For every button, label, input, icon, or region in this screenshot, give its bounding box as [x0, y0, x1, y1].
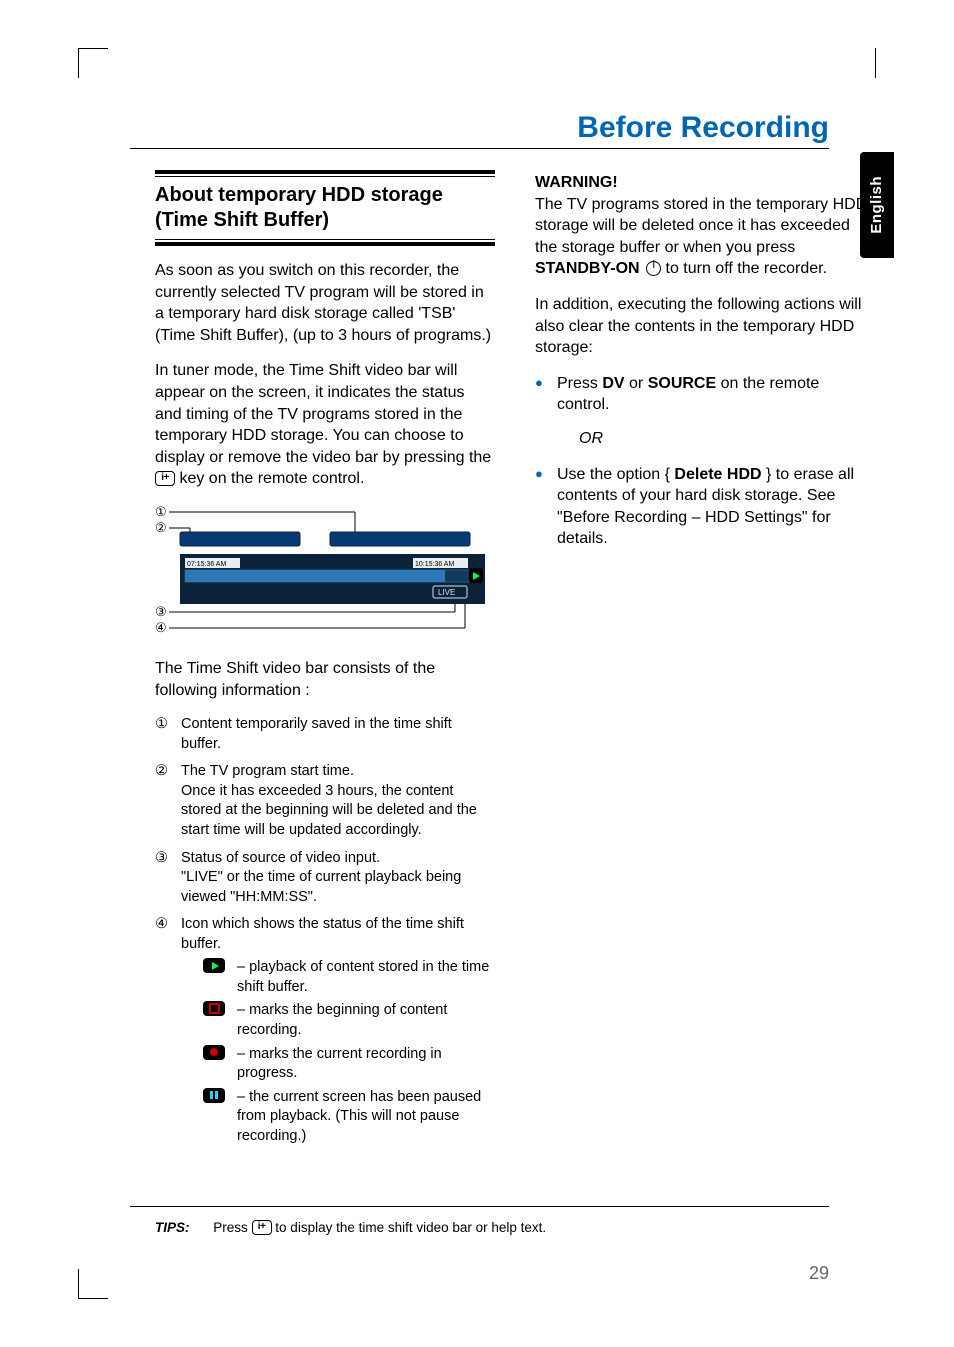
diagram-label-2: ② [155, 520, 167, 535]
right-paragraph-2: In addition, executing the following act… [535, 294, 875, 359]
tips-text-b: to display the time shift video bar or h… [272, 1220, 547, 1235]
diagram-time-right: 10:15:36 AM [415, 561, 454, 568]
legend-list: ① Content temporarily saved in the time … [155, 715, 495, 1146]
legend-num-2: ② [155, 762, 168, 782]
icon-legend-mark: – marks the beginning of content recordi… [181, 1001, 495, 1040]
icon-legend-play-text: – playback of content stored in the time… [237, 959, 489, 995]
crop-mark-tr [875, 48, 876, 78]
bullet1-or: or [625, 375, 648, 392]
pause-icon [203, 1088, 225, 1103]
intro-paragraph-1: As soon as you switch on this recorder, … [155, 260, 495, 346]
icon-legend-pause-text: – the current screen has been paused fro… [237, 1089, 481, 1144]
tips-text-a: Press [213, 1220, 251, 1235]
icon-legend-rec-text: – marks the current recording in progres… [237, 1046, 442, 1082]
warning-text-b: to turn off the recorder. [661, 260, 827, 277]
record-icon [203, 1045, 225, 1060]
right-column: WARNING! The TV programs stored in the t… [535, 170, 875, 1154]
footer-rule [130, 1206, 829, 1207]
legend-text-4: Icon which shows the status of the time … [181, 916, 464, 952]
section-rule-top-thick [155, 170, 495, 174]
intro-paragraph-3: The Time Shift video bar consists of the… [155, 658, 495, 701]
page-title: Before Recording [577, 108, 829, 149]
icon-legend-pause: – the current screen has been paused fro… [181, 1088, 495, 1147]
or-label: OR [579, 428, 875, 450]
icon-legend-list: – playback of content stored in the time… [181, 958, 495, 1146]
standby-icon [646, 261, 661, 276]
tips-label: TIPS: [155, 1220, 190, 1235]
page-number: 29 [809, 1261, 829, 1285]
legend-num-4: ④ [155, 915, 168, 935]
legend-text-1: Content temporarily saved in the time sh… [181, 716, 452, 752]
legend-item-3: ③ Status of source of video input. "LIVE… [155, 849, 495, 908]
section-rule-bottom-thin [155, 239, 495, 240]
legend-text-2: The TV program start time. Once it has e… [181, 763, 477, 838]
play-icon [203, 958, 225, 973]
intro-text-2a: In tuner mode, the Time Shift video bar … [155, 362, 491, 465]
icon-legend-play: – playback of content stored in the time… [181, 958, 495, 997]
bullet2-key: Delete HDD [674, 466, 761, 483]
action-bullet-list: Press DV or SOURCE on the remote control… [535, 373, 875, 550]
legend-num-1: ① [155, 715, 168, 735]
legend-item-4: ④ Icon which shows the status of the tim… [155, 915, 495, 1146]
warning-text-a: The TV programs stored in the temporary … [535, 196, 867, 256]
crop-mark-bl [78, 1269, 108, 1299]
standby-key-label: STANDBY-ON [535, 260, 640, 277]
bullet2-a: Use the option { [557, 466, 674, 483]
content-area: About temporary HDD storage (Time Shift … [155, 170, 875, 1154]
title-rule [130, 148, 829, 149]
bullet-item-1: Press DV or SOURCE on the remote control… [535, 373, 875, 450]
intro-text-1: As soon as you switch on this recorder, … [155, 262, 491, 344]
legend-item-1: ① Content temporarily saved in the time … [155, 715, 495, 754]
bullet-item-2: Use the option { Delete HDD } to erase a… [535, 464, 875, 550]
diagram-label-4: ④ [155, 620, 167, 635]
crop-mark-tl [78, 48, 108, 78]
section-heading: About temporary HDD storage (Time Shift … [155, 183, 495, 233]
bullet1-dv: DV [602, 375, 624, 392]
warning-label: WARNING! [535, 174, 618, 191]
tips-line: TIPS: Press to display the time shift vi… [155, 1219, 829, 1237]
diagram-label-3: ③ [155, 604, 167, 619]
section-rule-top-thin [155, 176, 495, 177]
info-key-icon [155, 471, 175, 486]
legend-num-3: ③ [155, 849, 168, 869]
bullet1-source: SOURCE [648, 375, 716, 392]
intro-paragraph-2: In tuner mode, the Time Shift video bar … [155, 360, 495, 490]
record-mark-icon [203, 1001, 225, 1016]
bullet1-a: Press [557, 375, 602, 392]
intro-text-2b: key on the remote control. [175, 470, 364, 487]
left-column: About temporary HDD storage (Time Shift … [155, 170, 495, 1154]
icon-legend-mark-text: – marks the beginning of content recordi… [237, 1002, 447, 1038]
info-key-icon-footer [252, 1220, 272, 1235]
section-rule-bottom-thick [155, 242, 495, 246]
diagram-live-label: LIVE [438, 588, 455, 597]
diagram-time-left: 07:15:36 AM [187, 561, 226, 568]
diagram-label-1: ① [155, 504, 167, 519]
legend-text-3: Status of source of video input. "LIVE" … [181, 850, 461, 905]
legend-item-2: ② The TV program start time. Once it has… [155, 762, 495, 840]
warning-block: WARNING! The TV programs stored in the t… [535, 172, 875, 280]
icon-legend-rec: – marks the current recording in progres… [181, 1045, 495, 1084]
time-shift-diagram: ① ② ③ ④ 07:15:36 AM [155, 504, 495, 644]
